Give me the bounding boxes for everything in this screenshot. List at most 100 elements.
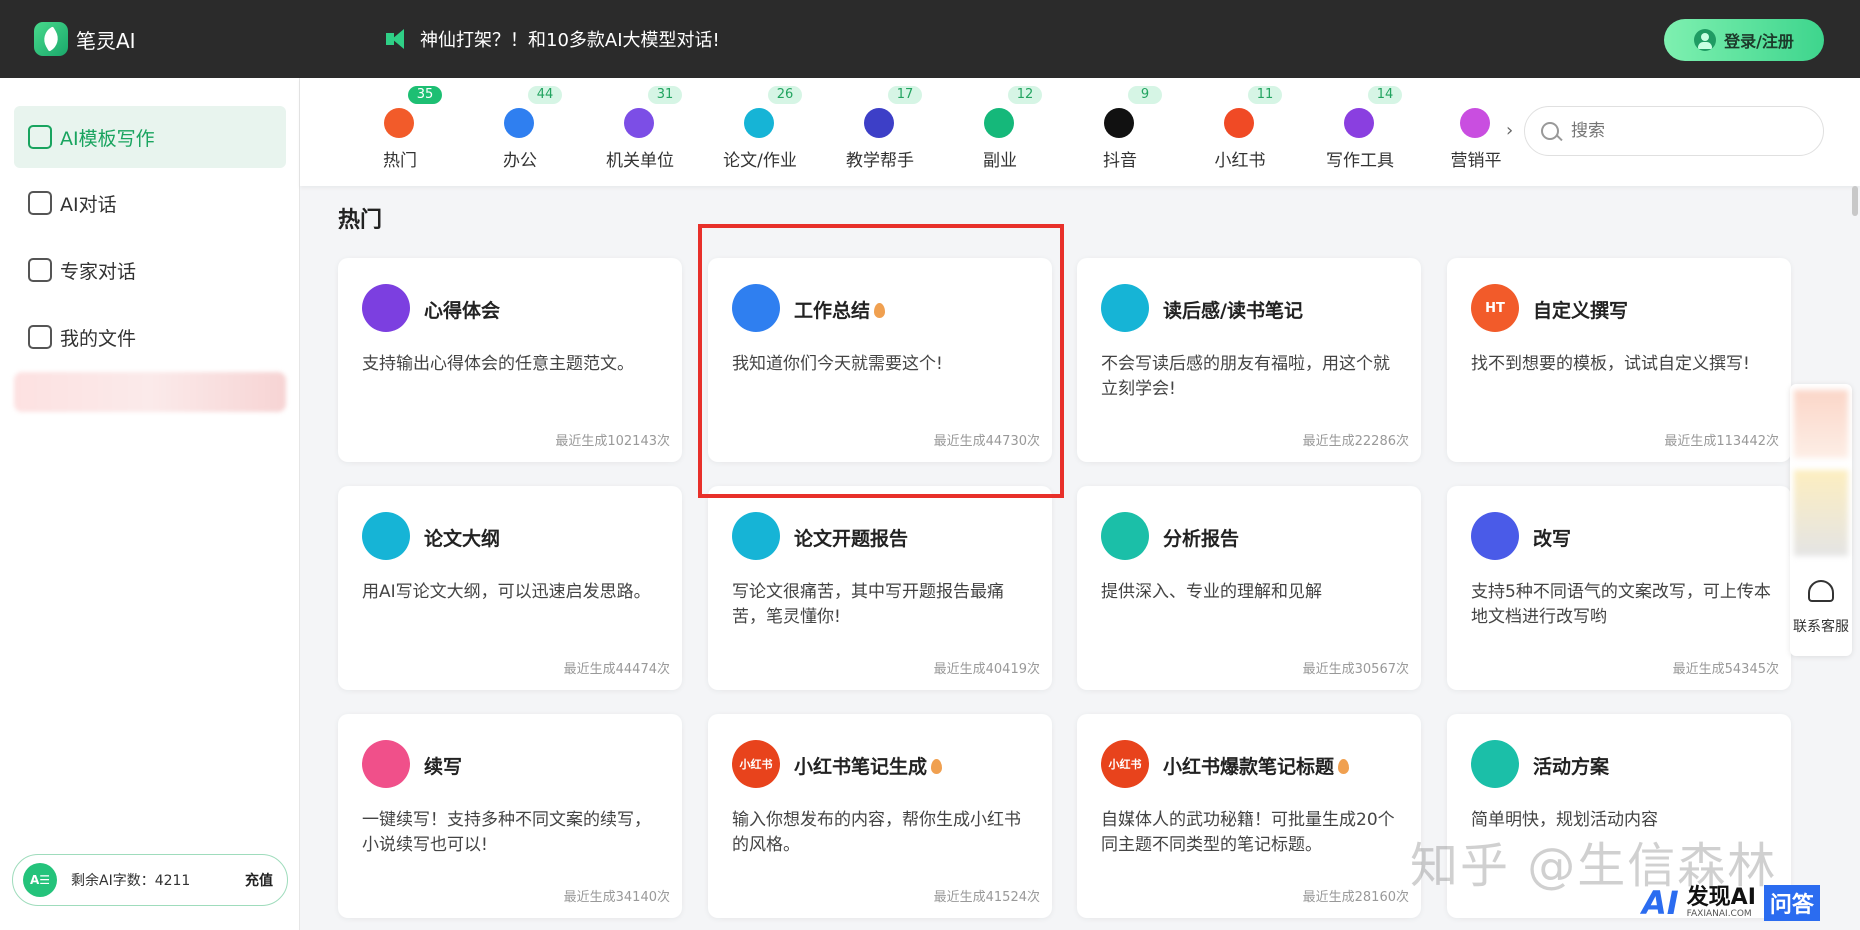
announcement-banner[interactable]: 神仙打架？！和10多款AI大模型对话!: [384, 26, 720, 52]
card-usage-count: 最近生成54345次: [1672, 662, 1779, 677]
blurred-float-item[interactable]: [1794, 470, 1848, 556]
category-icon: [1104, 108, 1134, 138]
template-card[interactable]: 小红书 小红书爆款笔记标题 自媒体人的武功秘籍！可批量生成20个同主题不同类型的笔记…: [1077, 714, 1421, 918]
file-icon: [28, 325, 52, 349]
category-tab[interactable]: 17 教学帮手: [820, 78, 940, 186]
card-usage-count: 最近生成22286次: [1302, 434, 1409, 449]
chat-icon: [28, 191, 52, 215]
sidebar-item-label: 专家对话: [60, 260, 137, 283]
category-count-badge: 31: [648, 86, 682, 104]
category-tab[interactable]: 营销平: [1416, 78, 1536, 186]
category-count-badge: 9: [1128, 86, 1162, 104]
category-label: 热门: [383, 151, 417, 171]
category-tab[interactable]: 11 小红书: [1180, 78, 1300, 186]
pen-icon: [362, 740, 410, 788]
xiaohongshu-icon: 小红书: [1101, 740, 1149, 788]
book-icon: [732, 512, 780, 560]
search-input[interactable]: [1571, 121, 1791, 141]
category-label: 抖音: [1103, 151, 1137, 171]
flame-icon: [931, 759, 943, 774]
template-card[interactable]: 分析报告 提供深入、专业的理解和见解 最近生成30567次: [1077, 486, 1421, 690]
section-title: 热门: [338, 208, 383, 233]
headset-icon[interactable]: [1808, 580, 1834, 602]
category-tab[interactable]: 9 抖音: [1060, 78, 1180, 186]
category-icon: [504, 108, 534, 138]
card-usage-count: 最近生成28160次: [1302, 890, 1409, 905]
sidebar: AI模板写作 AI对话 专家对话 我的文件 A☰ 剩余AI字数：4211 充值: [0, 78, 300, 930]
sidebar-item-label: AI对话: [60, 193, 117, 216]
category-tab[interactable]: 35 热门: [340, 78, 460, 186]
ht-flame-icon: HT: [1471, 284, 1519, 332]
card-usage-count: 最近生成30567次: [1302, 662, 1409, 677]
template-card[interactable]: 改写 支持5种不同语气的文案改写，可上传本地文档进行改写哟 最近生成54345次: [1447, 486, 1791, 690]
star-icon: [362, 284, 410, 332]
quota-label: 剩余AI字数：4211: [71, 873, 191, 889]
card-title: 读后感/读书笔记: [1163, 300, 1303, 322]
category-count-badge: 14: [1368, 86, 1402, 104]
xiaohongshu-icon: 小红书: [732, 740, 780, 788]
user-icon: [1694, 29, 1717, 51]
category-count-badge: 35: [408, 86, 442, 104]
quota-bar: A☰ 剩余AI字数：4211 充值: [12, 854, 288, 906]
chevron-right-icon[interactable]: ›: [1506, 120, 1513, 141]
flame-icon: [1338, 759, 1350, 774]
card-description: 找不到想要的模板，试试自定义撰写!: [1471, 354, 1750, 374]
category-label: 副业: [983, 151, 1017, 171]
brand-ai-mark: AI: [1642, 884, 1679, 922]
template-card[interactable]: 论文大纲 用AI写论文大纲，可以迅速启发思路。 最近生成44474次: [338, 486, 682, 690]
template-card[interactable]: 读后感/读书笔记 不会写读后感的朋友有福啦，用这个就立刻学会! 最近生成22286次: [1077, 258, 1421, 462]
blurred-float-item[interactable]: [1794, 390, 1848, 458]
category-tab[interactable]: 44 办公: [460, 78, 580, 186]
login-register-button[interactable]: 登录/注册: [1664, 19, 1824, 61]
category-label: 营销平: [1450, 151, 1502, 171]
customer-service-label[interactable]: 联系客服: [1790, 618, 1852, 636]
expert-icon: [28, 258, 52, 282]
sidebar-item-ai-chat[interactable]: AI对话: [14, 172, 286, 234]
category-tab[interactable]: 12 副业: [940, 78, 1060, 186]
category-count-badge: 44: [528, 86, 562, 104]
sidebar-item-expert-chat[interactable]: 专家对话: [14, 239, 286, 301]
card-usage-count: 最近生成34140次: [563, 890, 670, 905]
category-count-badge: 12: [1008, 86, 1042, 104]
template-card[interactable]: HT 自定义撰写找不到想要的模板，试试自定义撰写! 最近生成113442次: [1447, 258, 1791, 462]
card-title: 自定义撰写: [1533, 300, 1629, 322]
category-bar: 35 热门 44 办公 31 机关单位 26 论文/作业 17 教学帮手 12 副业 9 抖音 11 小红书 1…: [300, 78, 1860, 186]
leaf-logo-icon: [34, 22, 68, 56]
template-card[interactable]: 论文开题报告 写论文很痛苦，其中写开题报告最痛苦，笔灵懂你! 最近生成40419次: [708, 486, 1052, 690]
sidebar-item-label: AI模板写作: [60, 127, 155, 150]
blurred-sidebar-item[interactable]: [14, 372, 286, 412]
card-title: 续写: [424, 756, 463, 778]
category-count-badge: 11: [1248, 86, 1282, 104]
card-usage-count: 最近生成44474次: [563, 662, 670, 677]
sidebar-item-ai-template[interactable]: AI模板写作: [14, 106, 286, 168]
template-card[interactable]: 小红书 小红书笔记生成 输入你想发布的内容，帮你生成小红书的风格。 最近生成41524…: [708, 714, 1052, 918]
card-usage-count: 最近生成113442次: [1664, 434, 1779, 449]
sidebar-item-my-files[interactable]: 我的文件: [14, 306, 286, 368]
app-logo[interactable]: 笔灵AI: [34, 22, 136, 56]
category-label: 机关单位: [606, 151, 674, 171]
category-icon: [864, 108, 894, 138]
template-card[interactable]: 心得体会 支持输出心得体会的任意主题范文。 最近生成102143次: [338, 258, 682, 462]
category-icon: [384, 108, 414, 138]
brand-logo: AI 发现AI FAXIANAI.COM 问答: [1642, 884, 1820, 922]
document-icon: [1471, 740, 1519, 788]
feather-icon: [1471, 512, 1519, 560]
template-card[interactable]: 续写 一键续写！支持多种不同文案的续写，小说续写也可以! 最近生成34140次: [338, 714, 682, 918]
document-icon: [1101, 512, 1149, 560]
card-description: 支持输出心得体会的任意主题范文。: [362, 354, 634, 374]
category-tab[interactable]: 14 写作工具: [1300, 78, 1420, 186]
card-title: 心得体会: [424, 300, 501, 322]
search-box[interactable]: [1524, 106, 1824, 156]
card-title: 论文大纲: [424, 528, 501, 550]
category-tab[interactable]: 26 论文/作业: [700, 78, 820, 186]
category-tab[interactable]: 31 机关单位: [580, 78, 700, 186]
quota-badge-icon: A☰: [23, 863, 57, 897]
category-label: 论文/作业: [723, 151, 797, 171]
book-icon: [362, 512, 410, 560]
recharge-button[interactable]: 充值: [245, 870, 273, 890]
card-description: 写论文很痛苦，其中写开题报告最痛苦，笔灵懂你!: [732, 582, 1004, 627]
scrollbar-thumb[interactable]: [1852, 186, 1858, 216]
category-icon: [744, 108, 774, 138]
login-label: 登录/注册: [1724, 32, 1794, 51]
card-description: 支持5种不同语气的文案改写，可上传本地文档进行改写哟: [1471, 582, 1771, 627]
